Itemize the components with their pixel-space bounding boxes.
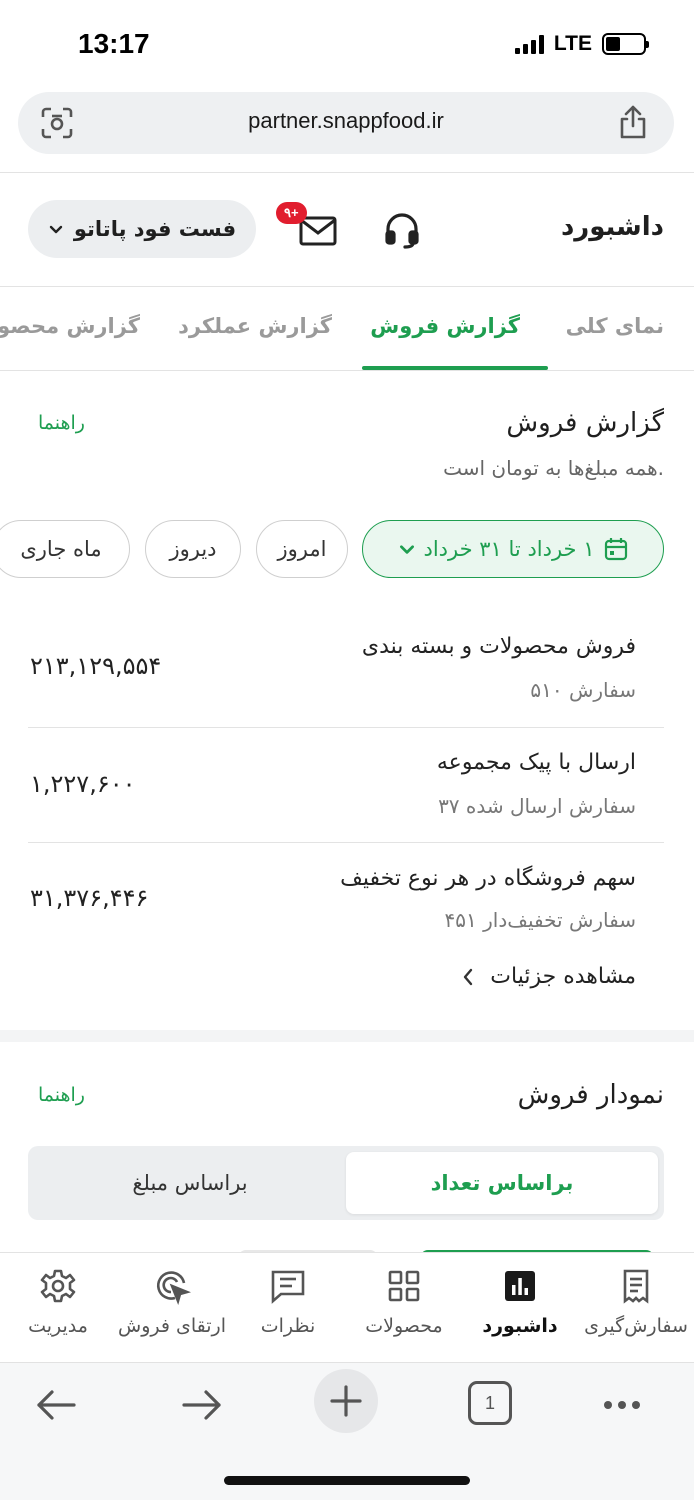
row-value: ۳۱,۳۷۶,۴۴۶ [30,884,149,912]
network-type: LTE [553,32,592,55]
chevron-down-icon [399,545,414,554]
notification-badge: ۹+ [276,202,307,224]
headset-icon[interactable] [382,210,422,250]
page-title: داشبورد [560,212,664,242]
nav-label: ارتقای فروش [118,1315,226,1337]
nav-label: محصولات [365,1315,443,1337]
nav-label: مدیریت [28,1315,88,1337]
divider [0,172,694,173]
view-details-label: مشاهده جزئیات [490,964,636,989]
row-subtitle: ۵۱۰ سفارش [530,678,636,702]
chart-mode-toggle: براساس تعداد براساس مبلغ [28,1146,664,1220]
chevron-left-icon [464,968,473,985]
tab-performance-report[interactable]: گزارش عملکرد [178,314,332,338]
new-tab-button[interactable] [314,1369,378,1433]
row-value: ۲۱۳,۱۲۹,۵۵۴ [30,652,162,680]
gear-icon [40,1269,76,1303]
chevron-down-icon [49,225,63,234]
nav-promotions[interactable]: ارتقای فروش [114,1267,230,1337]
calendar-icon [604,538,627,561]
comment-icon [271,1270,305,1304]
tab-switcher-button[interactable]: 1 [468,1381,512,1425]
filter-yesterday[interactable]: دیروز [145,520,241,578]
bottom-nav: سفارش‌گیری داشبورد محصولات نظرات [0,1252,694,1362]
row-title: سهم فروشگاه در هر نوع تخفیف [340,866,636,891]
vendor-name: فست فود پاتاتو [73,217,237,241]
section-title: گزارش فروش [506,408,664,438]
page: 13:17 LTE partner.snappfood.ir داشبورد ۹… [0,0,694,1500]
grid-icon [388,1270,420,1302]
date-range-label: ۱ خرداد تا ۳۱ خرداد [423,537,595,561]
view-details-link[interactable]: مشاهده جزئیات [460,964,636,989]
forward-arrow-icon[interactable] [180,1383,224,1427]
back-arrow-icon[interactable] [34,1383,78,1427]
nav-label: داشبورد [482,1315,558,1337]
toggle-by-count[interactable]: براساس تعداد [346,1152,658,1214]
filter-current-month[interactable]: ماه جاری [0,520,130,578]
divider [0,286,694,287]
date-range-filter[interactable]: ۱ خرداد تا ۳۱ خرداد [362,520,664,578]
home-indicator [224,1476,470,1485]
toggle-by-amount[interactable]: براساس مبلغ [34,1152,346,1214]
battery-icon [602,33,649,55]
section-separator [0,1030,694,1042]
address-bar[interactable]: partner.snappfood.ir [18,92,674,154]
row-divider [28,727,664,728]
more-options-icon[interactable] [600,1383,644,1427]
signal-icon [514,34,544,54]
status-indicators: LTE [514,32,649,56]
nav-management[interactable]: مدیریت [0,1267,116,1337]
row-value: ۱,۲۲۷,۶۰۰ [30,770,136,798]
tab-overview[interactable]: نمای کلی [566,314,664,338]
row-title: ارسال با پیک مجموعه [436,750,636,775]
nav-dashboard[interactable]: داشبورد [462,1267,578,1337]
nav-reviews[interactable]: نظرات [230,1267,346,1337]
tab-sales-report[interactable]: گزارش فروش [370,314,520,338]
row-subtitle: ۴۵۱ سفارش تخفیف‌دار [444,908,636,932]
row-divider [28,842,664,843]
guide-link[interactable]: راهنما [38,412,85,434]
chart-title: نمودار فروش [517,1080,664,1110]
plus-icon [330,1385,362,1417]
divider [0,370,694,371]
bar-chart-icon [505,1271,535,1301]
row-subtitle: ۳۷ سفارش ارسال شده [438,794,636,818]
receipt-icon [623,1269,649,1304]
nav-label: نظرات [260,1315,316,1337]
vendor-selector[interactable]: فست فود پاتاتو [28,200,256,258]
filter-today[interactable]: امروز [256,520,348,578]
nav-products[interactable]: محصولات [346,1267,462,1337]
nav-ordering[interactable]: سفارش‌گیری [578,1267,694,1337]
tab-products-report[interactable]: گزارش محصولات [0,314,140,338]
status-time: 13:17 [78,28,150,59]
guide-link[interactable]: راهنما [38,1084,85,1106]
section-subtitle: همه مبلغ‌ها به تومان است. [443,456,664,480]
nav-label: سفارش‌گیری [584,1315,688,1337]
row-title: فروش محصولات و بسته بندی [361,634,636,659]
share-icon[interactable] [616,104,650,140]
target-icon [156,1271,191,1305]
url-text[interactable]: partner.snappfood.ir [18,108,674,134]
